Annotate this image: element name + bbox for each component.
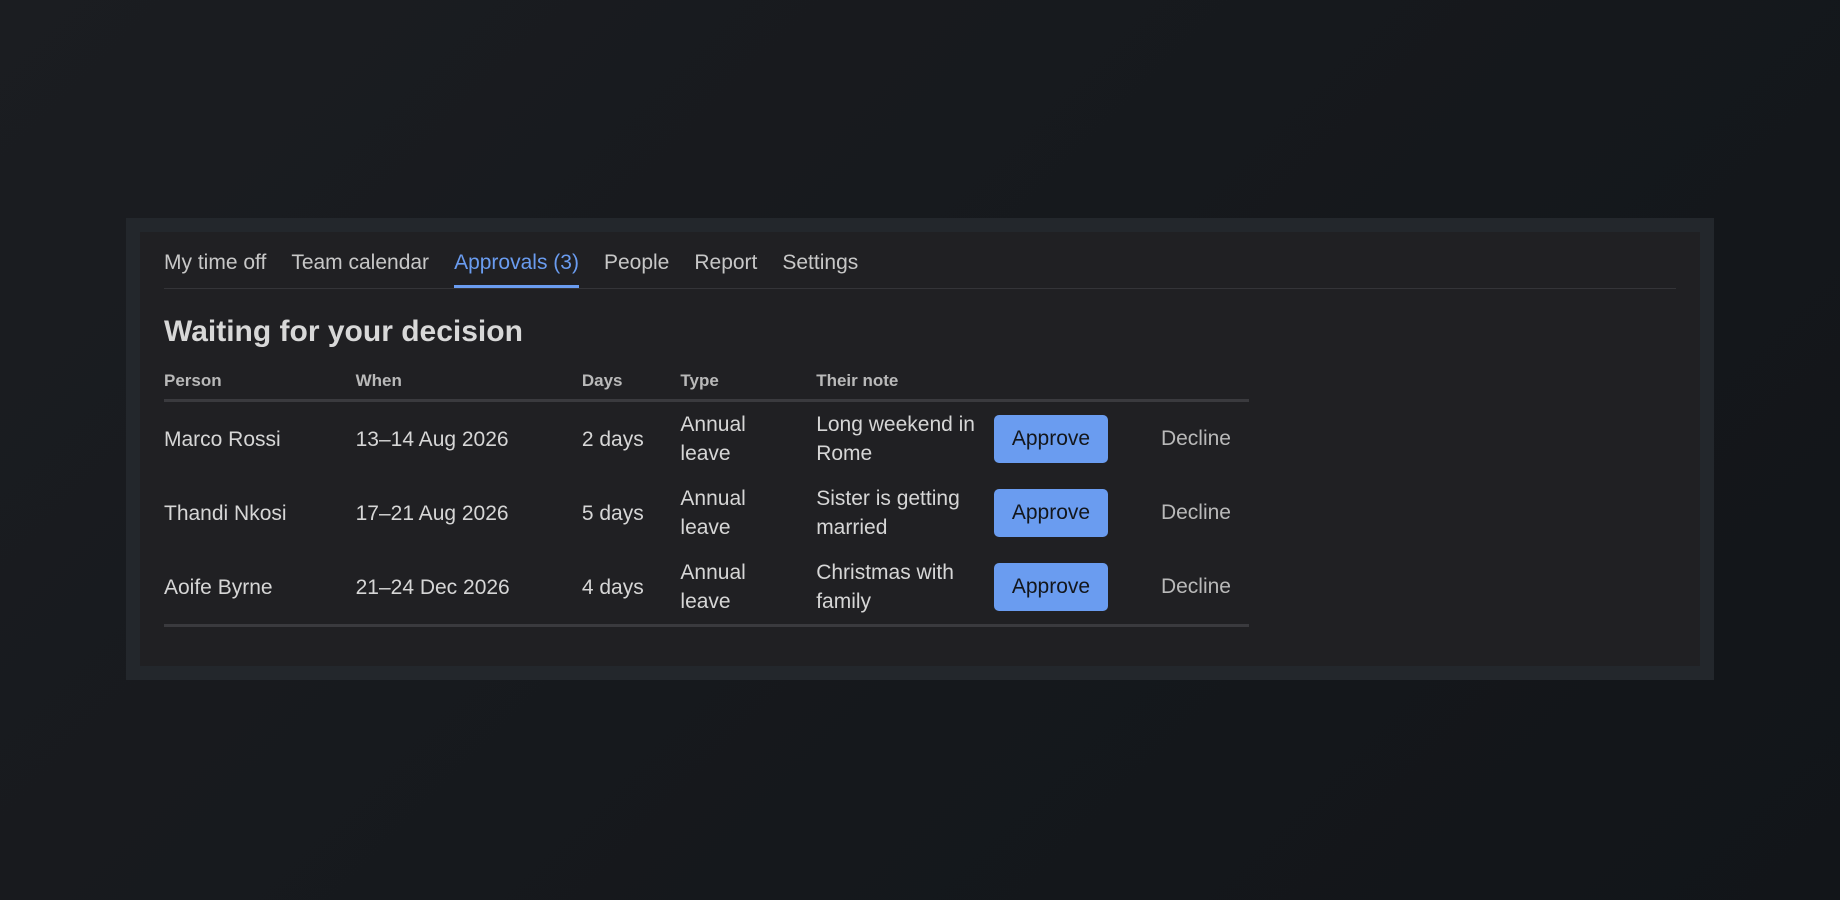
column-header-decline xyxy=(1142,371,1249,402)
cell-days: 2 days xyxy=(581,427,644,451)
cell-when: 21–24 Dec 2026 xyxy=(355,550,582,627)
type-text: Annual leave xyxy=(680,487,746,539)
column-header-approve xyxy=(993,371,1143,402)
cell-note: Christmas with family xyxy=(816,550,994,627)
cell-person: Marco Rossi xyxy=(164,427,281,451)
cell-note: Long weekend in Rome xyxy=(816,401,994,477)
tab-people[interactable]: People xyxy=(604,251,669,288)
note-text: Long weekend in Rome xyxy=(816,413,975,465)
approve-button[interactable]: Approve xyxy=(993,489,1109,537)
note-text: Sister is getting married xyxy=(816,487,960,539)
cell-days: 4 days xyxy=(581,550,681,627)
cell-person: Thandi Nkosi xyxy=(164,501,287,525)
cell-approve: Approve xyxy=(993,550,1143,627)
type-text: Annual leave xyxy=(680,413,746,465)
page-title: Waiting for your decision xyxy=(164,315,523,348)
tab-report[interactable]: Report xyxy=(694,251,757,288)
column-header-days: Days xyxy=(581,371,681,402)
tab-my-time-off[interactable]: My time off xyxy=(164,251,266,288)
column-header-when: When xyxy=(355,371,582,402)
cell-note: Sister is getting married xyxy=(816,476,994,550)
tab-bar: My time off Team calendar Approvals (3) … xyxy=(164,232,1676,289)
tab-approvals[interactable]: Approvals (3) xyxy=(454,251,579,288)
tab-settings[interactable]: Settings xyxy=(782,251,858,288)
cell-type: Annual leave xyxy=(680,476,816,550)
cell-decline: Decline xyxy=(1143,401,1249,477)
decline-button[interactable]: Decline xyxy=(1143,489,1249,537)
table-row: Aoife Byrne 21–24 Dec 2026 4 days Annual… xyxy=(164,550,1249,627)
column-header-type: Type xyxy=(680,371,817,402)
cell-decline: Decline xyxy=(1142,550,1249,627)
cell-type: Annual leave xyxy=(680,550,817,627)
cell-approve: Approve xyxy=(993,476,1143,550)
column-header-note: Their note xyxy=(816,371,994,402)
note-text: Christmas with family xyxy=(816,561,954,613)
table-row: Marco Rossi 13–14 Aug 2026 2 days Annual… xyxy=(164,401,1249,477)
decline-button[interactable]: Decline xyxy=(1143,415,1249,463)
approve-button[interactable]: Approve xyxy=(993,563,1109,611)
column-header-person: Person xyxy=(164,371,356,402)
cell-approve: Approve xyxy=(993,401,1143,477)
type-text: Annual leave xyxy=(680,561,746,613)
cell-days: 5 days xyxy=(581,501,644,525)
approve-button[interactable]: Approve xyxy=(993,415,1109,463)
cell-type: Annual leave xyxy=(680,401,816,477)
cell-person: Aoife Byrne xyxy=(164,550,356,627)
approvals-frame: My time off Team calendar Approvals (3) … xyxy=(126,218,1714,680)
approvals-panel: My time off Team calendar Approvals (3) … xyxy=(140,232,1700,666)
approvals-table: Person When Days Type Their note Marco R… xyxy=(164,371,1249,627)
cell-decline: Decline xyxy=(1143,476,1249,550)
table-row: Thandi Nkosi 17–21 Aug 2026 5 days Annua… xyxy=(164,476,1249,550)
tab-team-calendar[interactable]: Team calendar xyxy=(291,251,429,288)
table-header-row: Person When Days Type Their note xyxy=(164,371,1249,402)
cell-when: 17–21 Aug 2026 xyxy=(355,501,509,525)
decline-button[interactable]: Decline xyxy=(1143,563,1249,611)
cell-when: 13–14 Aug 2026 xyxy=(355,427,509,451)
